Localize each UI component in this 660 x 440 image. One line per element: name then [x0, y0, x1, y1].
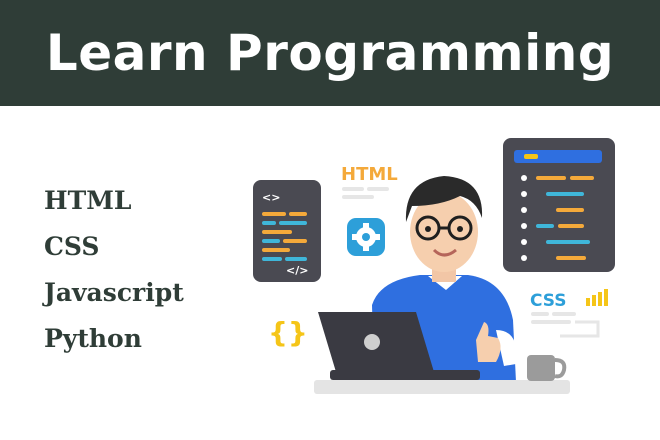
css-label: CSS: [530, 291, 567, 311]
code-open-tag: <>: [262, 191, 280, 204]
desk: [314, 380, 570, 394]
html-label: HTML: [341, 164, 398, 185]
signal-bars-icon: [586, 289, 608, 306]
programmer-illustration: <> </> HTML CSS {}: [253, 138, 615, 394]
code-close-tag: </>: [286, 264, 308, 277]
curly-braces-icon: {}: [268, 316, 308, 349]
coffee-mug-icon: [527, 355, 567, 381]
code-window-icon: <> </>: [253, 180, 321, 282]
code-list-panel: [503, 138, 615, 272]
gear-icon: [347, 218, 385, 256]
